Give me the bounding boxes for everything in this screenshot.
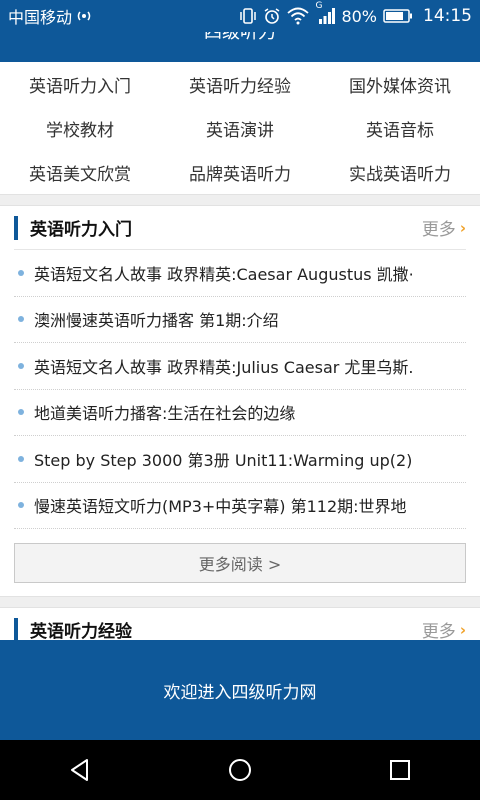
back-button[interactable]	[50, 740, 110, 800]
bullet-icon	[18, 502, 24, 509]
status-bar: 中国移动 G 80% 14:15	[0, 0, 480, 32]
battery-icon	[383, 8, 413, 24]
list-item[interactable]: 英语短文名人故事 政界精英:Julius Caesar 尤里乌斯.	[14, 343, 466, 390]
category-link[interactable]: 英语音标	[320, 106, 480, 150]
list-item[interactable]: 英语短文名人故事 政界精英:Caesar Augustus 凯撒·	[14, 250, 466, 297]
category-link[interactable]: 实战英语听力	[320, 150, 480, 194]
more-link[interactable]: 更多 ›	[421, 617, 466, 641]
system-nav-bar	[0, 740, 480, 800]
category-grid: 英语听力入门 英语听力经验 国外媒体资讯 学校教材 英语演讲 英语音标 英语美文…	[0, 62, 480, 194]
list-item-title: 慢速英语短文听力(MP3+中英字幕) 第112期:世界地	[34, 497, 407, 517]
news-list: 英语短文名人故事 政界精英:Caesar Augustus 凯撒· 澳洲慢速英语…	[14, 250, 466, 529]
network-type-label: G	[315, 1, 323, 11]
app-header: 四级听力	[0, 32, 480, 62]
section-divider	[0, 194, 480, 206]
list-item-title: 英语短文名人故事 政界精英:Caesar Augustus 凯撒·	[34, 264, 414, 284]
chevron-right-icon: ›	[459, 620, 466, 639]
category-link[interactable]: 英语听力入门	[0, 62, 160, 106]
alarm-icon	[263, 7, 281, 25]
list-item-title: Step by Step 3000 第3册 Unit11:Warming up(…	[34, 450, 413, 470]
clock: 14:15	[423, 6, 472, 26]
banner-text: 欢迎进入四级听力网	[163, 682, 317, 703]
battery-percent: 80%	[341, 6, 377, 26]
list-item-title: 澳洲慢速英语听力播客 第1期:介绍	[34, 311, 279, 331]
category-link[interactable]: 英语演讲	[160, 106, 320, 150]
section-listening-experience: 英语听力经验 更多 ›	[0, 608, 480, 640]
vibrate-icon	[239, 7, 257, 25]
carrier-name: 中国移动	[8, 8, 73, 27]
section-header: 英语听力经验 更多 ›	[14, 608, 466, 640]
more-reading-button[interactable]: 更多阅读 >	[14, 543, 466, 583]
list-item[interactable]: 地道美语听力播客:生活在社会的边缘	[14, 390, 466, 436]
category-link[interactable]: 英语美文欣赏	[0, 150, 160, 194]
section-listening-intro: 英语听力入门 更多 › 英语短文名人故事 政界精英:Caesar Augustu…	[0, 206, 480, 596]
recents-button[interactable]	[370, 740, 430, 800]
recents-square-icon	[390, 760, 410, 780]
section-divider	[0, 596, 480, 608]
bullet-icon	[18, 455, 24, 462]
hd-voice-icon	[76, 9, 92, 23]
category-link[interactable]: 英语听力经验	[160, 62, 320, 106]
wifi-icon	[287, 7, 310, 25]
home-button[interactable]	[210, 740, 270, 800]
section-accent-bar	[14, 617, 18, 640]
more-label: 更多	[421, 622, 456, 640]
list-item[interactable]: 慢速英语短文听力(MP3+中英字幕) 第112期:世界地	[14, 483, 466, 529]
signal-icon: G	[315, 1, 336, 25]
chevron-right-icon: ›	[459, 218, 466, 237]
bullet-icon	[18, 316, 24, 323]
category-link[interactable]: 品牌英语听力	[160, 150, 320, 194]
back-triangle-icon	[71, 759, 88, 781]
list-item-title: 英语短文名人故事 政界精英:Julius Caesar 尤里乌斯.	[34, 357, 414, 377]
welcome-banner[interactable]: 欢迎进入四级听力网	[0, 640, 480, 740]
list-item[interactable]: Step by Step 3000 第3册 Unit11:Warming up(…	[14, 436, 466, 483]
section-title: 英语听力经验	[30, 622, 132, 640]
list-item[interactable]: 澳洲慢速英语听力播客 第1期:介绍	[14, 297, 466, 343]
section-title: 英语听力入门	[30, 220, 132, 240]
bullet-icon	[18, 362, 24, 369]
more-link[interactable]: 更多 ›	[421, 215, 466, 241]
list-item-title: 地道美语听力播客:生活在社会的边缘	[34, 404, 296, 424]
bullet-icon	[18, 269, 24, 276]
home-circle-icon	[229, 759, 251, 781]
category-link[interactable]: 学校教材	[0, 106, 160, 150]
category-link[interactable]: 国外媒体资讯	[320, 62, 480, 106]
section-accent-bar	[14, 215, 18, 240]
bullet-icon	[18, 409, 24, 416]
more-label: 更多	[421, 220, 456, 240]
page-title: 四级听力	[204, 32, 276, 43]
section-header: 英语听力入门 更多 ›	[14, 206, 466, 250]
